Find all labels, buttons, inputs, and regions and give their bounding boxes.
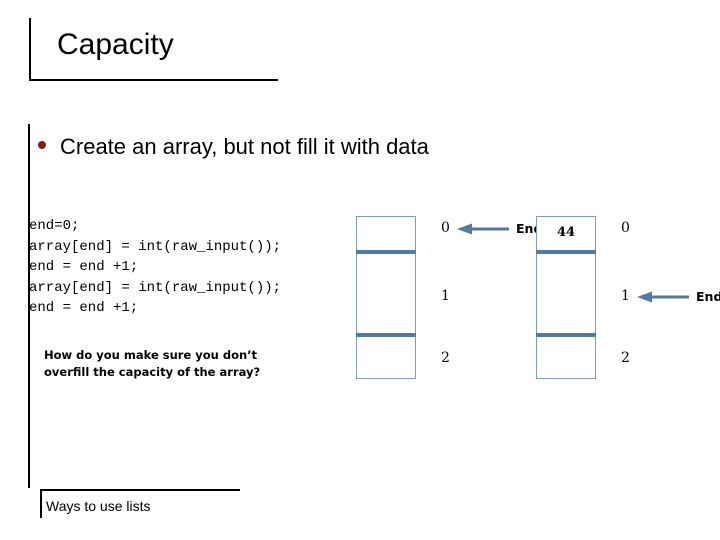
page-title: Capacity: [57, 28, 174, 61]
array-box-after: [536, 216, 596, 379]
array-index-after-2: 2: [621, 350, 630, 366]
end-pointer-after: End: [637, 289, 720, 304]
array-index-before-0: 0: [441, 220, 450, 236]
end-pointer-label-after: End: [696, 289, 720, 304]
array-index-after-1: 1: [621, 288, 630, 304]
end-pointer-before: End: [457, 221, 542, 236]
array-box-before: [356, 216, 416, 379]
array-index-after-0: 0: [621, 220, 630, 236]
title-bottom-rule: [29, 79, 278, 81]
footer-left-rule: [40, 489, 42, 518]
footer-label: Ways to use lists: [46, 498, 151, 514]
array-index-before-1: 1: [441, 288, 450, 304]
slide: Capacity Create an array, but not fill i…: [0, 0, 720, 540]
bullet-item-label: Create an array, but not fill it with da…: [60, 134, 429, 159]
code-block: end=0; array[end] = int(raw_input()); en…: [29, 218, 282, 316]
bullet-list-item: Create an array, but not fill it with da…: [38, 133, 429, 161]
array-cell-value-after-0: 44: [556, 225, 576, 240]
array-divider-after-1: [536, 250, 596, 254]
title-left-rule: [29, 18, 31, 80]
bullet-dot-icon: [38, 141, 46, 149]
array-divider-before-1: [356, 250, 416, 254]
array-divider-before-2: [356, 333, 416, 337]
array-index-before-2: 2: [441, 350, 450, 366]
arrow-left-icon: [457, 223, 509, 234]
arrow-left-icon: [637, 291, 689, 302]
question-note: How do you make sure you don’t overfill …: [44, 348, 261, 379]
footer-top-rule: [40, 489, 240, 491]
array-divider-after-2: [536, 333, 596, 337]
